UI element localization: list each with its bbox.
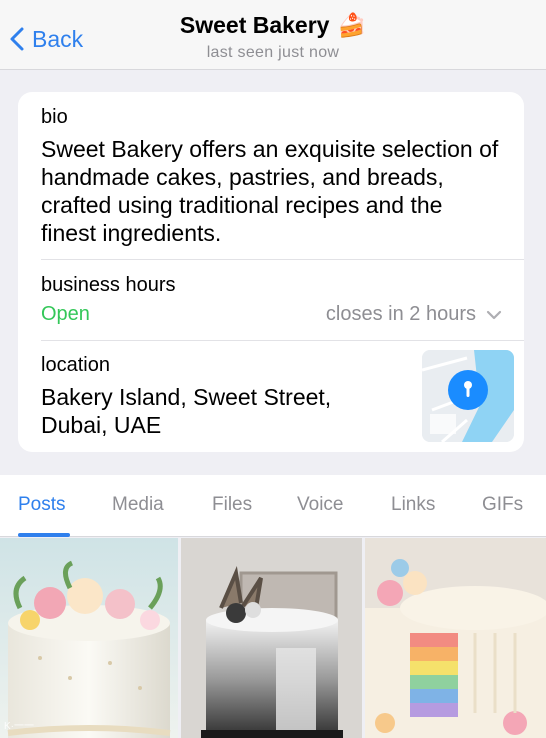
bio-label: bio [41,106,68,128]
media-tabs: Posts Media Files Voice Links GIFs [0,475,546,537]
closing-time-text: closes in 2 hours [325,303,476,325]
watermark: K·一一 [4,721,34,732]
hours-row: Open closes in 2 hours [41,303,524,326]
last-seen-status: last seen just now [206,44,340,61]
map-icon [422,350,514,442]
map-thumbnail[interactable] [422,350,514,442]
cake-emoji-icon: 🍰 [337,12,367,38]
page-title: Sweet Bakery 🍰 [180,12,366,39]
navigation-header: Back Sweet Bakery 🍰 last seen just now [0,0,546,70]
chat-title-block[interactable]: Sweet Bakery 🍰 last seen just now [0,12,546,62]
business-hours-section[interactable]: business hours Open closes in 2 hours [41,274,524,326]
tab-files[interactable]: Files [212,494,252,516]
media-grid: K·一一 [0,538,546,738]
tab-media[interactable]: Media [112,494,164,516]
tab-links[interactable]: Links [391,494,435,516]
active-tab-indicator [18,533,70,537]
tab-posts[interactable]: Posts [18,494,66,516]
media-item-modern-cake[interactable] [181,538,362,738]
media-item-rainbow-cake[interactable] [365,538,546,738]
bio-section[interactable]: bio Sweet Bakery offers an exquisite sel… [41,106,524,247]
business-hours-label: business hours [41,274,176,296]
tab-voice[interactable]: Voice [297,494,343,516]
title-text: Sweet Bakery [179,12,330,38]
bio-text: Sweet Bakery offers an exquisite selecti… [41,136,499,246]
closing-time-toggle[interactable]: closes in 2 hours [326,303,502,326]
open-status: Open [41,303,90,325]
location-text: Bakery Island, Sweet Street, Dubai, UAE [41,384,332,438]
divider [41,259,524,260]
business-info-card: bio Sweet Bakery offers an exquisite sel… [18,92,524,452]
media-item-floral-cake[interactable]: K·一一 [0,538,178,738]
floral-cake-image [0,538,178,738]
chevron-down-icon [486,310,502,319]
modern-cake-image [181,538,362,738]
rainbow-cake-image [365,538,546,738]
divider [41,340,524,341]
tab-gifs[interactable]: GIFs [482,494,523,516]
